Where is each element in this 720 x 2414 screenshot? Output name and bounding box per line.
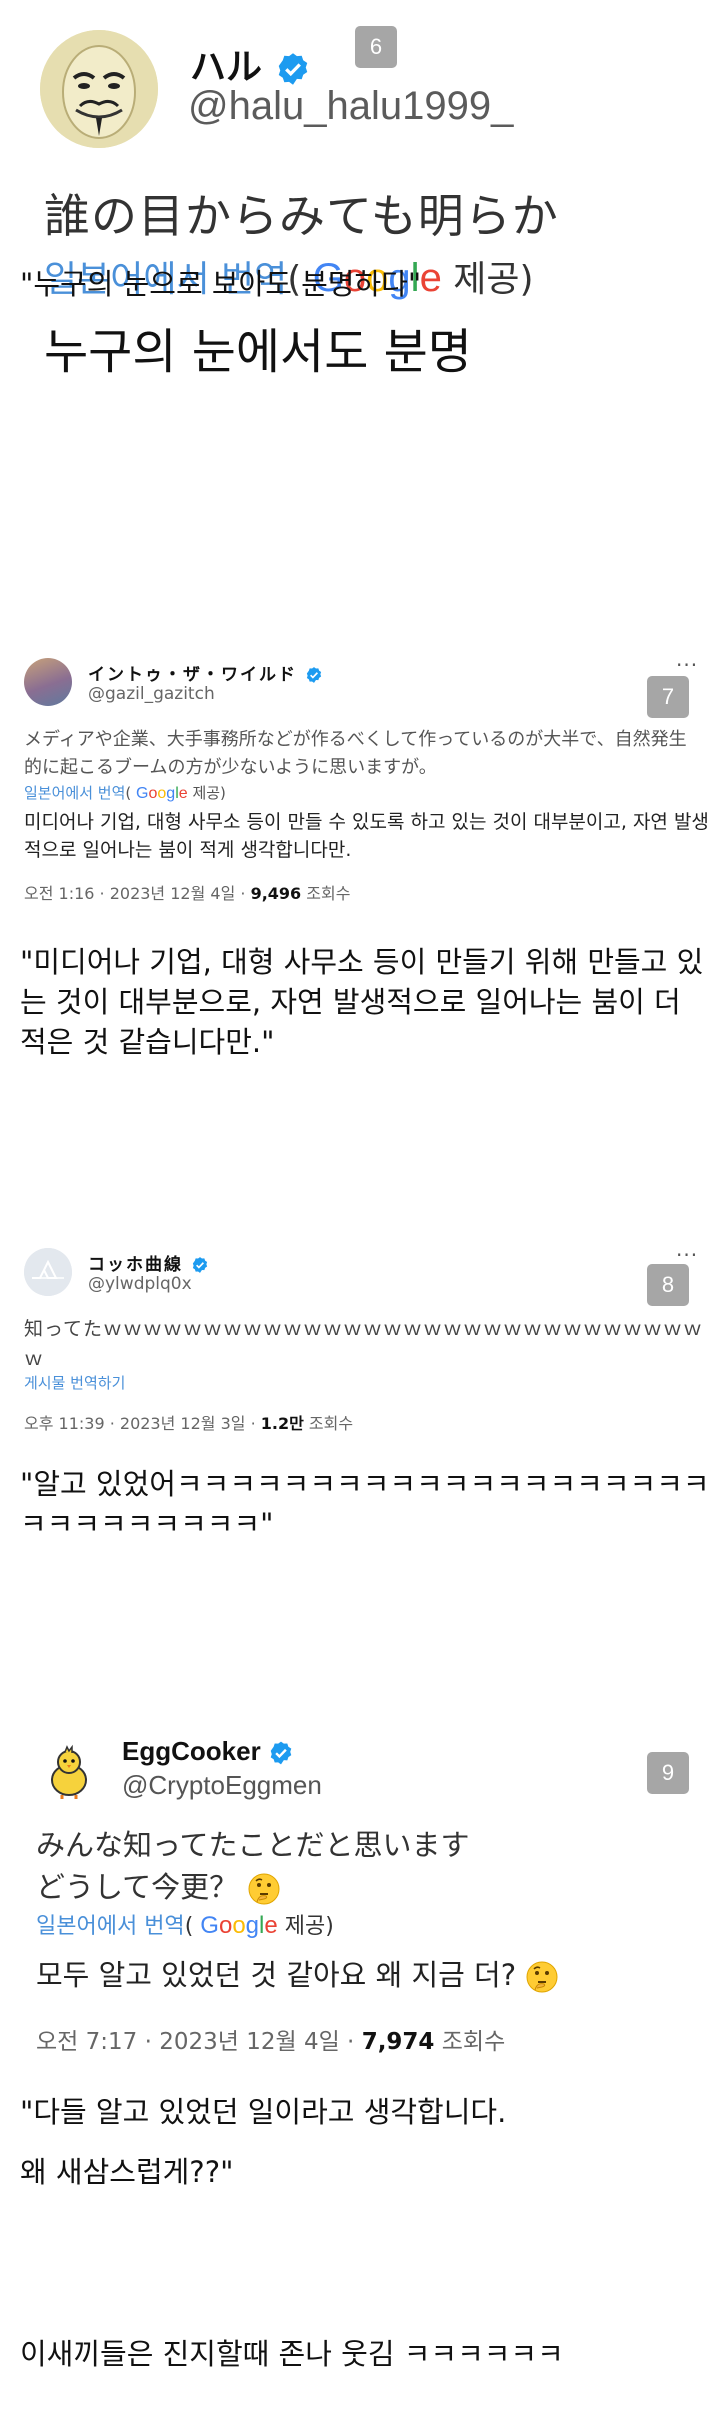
author-name[interactable]: EggCooker [122, 1736, 294, 1767]
translated-from-label[interactable]: 일본어에서 번역 [24, 784, 125, 802]
tweet-translation-text: 누구의 눈에서도 분명 [44, 324, 472, 380]
verified-badge-icon [278, 53, 307, 85]
tweet-translation-text: 미디어나 기업, 대형 사무소 등이 만들 수 있도록 하고 있는 것이 대부분… [24, 811, 709, 861]
thinking-face-icon [248, 1873, 280, 1905]
translation-attribution: 일본어에서 번역( Google 제공) [24, 784, 226, 802]
author-handle[interactable]: @halu_halu1999_ [188, 84, 513, 129]
caption-3: "알고 있었어ㅋㅋㅋㅋㅋㅋㅋㅋㅋㅋㅋㅋㅋㅋㅋㅋㅋㅋㅋㅋㅋㅋㅋㅋㅋㅋㅋㅋㅋ" [20, 1467, 710, 1541]
image-number-badge: 8 [647, 1264, 689, 1306]
google-logo: Google [136, 785, 188, 802]
tweet-meta: 오전 1:16 · 2023년 12월 4일 · 9,496 조회수 [24, 884, 351, 903]
verified-badge-icon [306, 667, 322, 683]
more-options-icon[interactable]: ··· [676, 1245, 698, 1265]
mask-icon [40, 30, 158, 148]
image-number-badge: 6 [355, 26, 397, 68]
poster-comment: 이새끼들은 진지할때 존나 웃김 ㅋㅋㅋㅋㅋㅋ [20, 2337, 564, 2371]
verified-badge-icon [192, 1257, 208, 1273]
caption-1: "누구의 눈으로 보아도 분명하다" [20, 267, 422, 301]
avatar-guy-fawkes-mask[interactable] [40, 30, 158, 148]
tweet-timestamp[interactable]: 오후 11:39 · 2023년 12월 3일 · [24, 1414, 261, 1433]
view-count: 1.2만 [260, 1414, 304, 1433]
author-name[interactable]: イントゥ・ザ・ワイルド [88, 660, 323, 685]
more-options-icon[interactable]: ··· [676, 655, 698, 675]
tweet-original-text: 知ってたｗｗｗｗｗｗｗｗｗｗｗｗｗｗｗｗｗｗｗｗｗｗｗｗｗｗｗｗｗｗｗ [24, 1318, 704, 1370]
caption-4: "다들 알고 있었던 일이라고 생각합니다. 왜 새삼스럽게??" [20, 2095, 507, 2189]
avatar[interactable] [24, 1248, 72, 1296]
avatar[interactable] [24, 658, 72, 706]
verified-badge-icon [270, 1741, 292, 1765]
koch-curve-icon [24, 1248, 72, 1296]
image-number-badge: 7 [647, 676, 689, 718]
tweet-original-text: 誰の目からみても明らか [44, 189, 559, 243]
view-count: 9,496 [250, 884, 302, 903]
translation-attribution: 일본어에서 번역( Google 제공) [36, 1912, 334, 1939]
author-handle[interactable]: @ylwdplq0x [88, 1274, 192, 1294]
tweet-translation-text: 모두 알고 있었던 것 같아요 왜 지금 더? [36, 1952, 706, 1994]
author-handle[interactable]: @CryptoEggmen [122, 1770, 322, 1801]
google-logo: Google [200, 1912, 278, 1939]
tweet-meta: 오전 7:17 · 2023년 12월 4일 · 7,974 조회수 [36, 2029, 506, 2055]
translated-from-label[interactable]: 일본어에서 번역 [36, 1914, 185, 1939]
author-handle[interactable]: @gazil_gazitch [88, 684, 215, 704]
caption-2: "미디어나 기업, 대형 사무소 등이 만들기 위해 만들고 있는 것이 대부분… [20, 945, 704, 1059]
view-count: 7,974 [361, 2029, 435, 2055]
thinking-face-icon [526, 1961, 558, 1993]
tweet-timestamp[interactable]: 오전 7:17 · 2023년 12월 4일 · [36, 2029, 362, 2055]
chick-icon [38, 1740, 100, 1802]
avatar-chick[interactable] [38, 1740, 100, 1802]
author-name[interactable]: コッホ曲線 [88, 1250, 209, 1275]
tweet-original-text: みんな知ってたことだと思います どうして今更？ [36, 1828, 470, 1905]
image-number-badge: 9 [647, 1752, 689, 1794]
author-name[interactable]: ハル [190, 38, 311, 90]
tweet-timestamp[interactable]: 오전 1:16 · 2023년 12월 4일 · [24, 884, 251, 903]
tweet-meta: 오후 11:39 · 2023년 12월 3일 · 1.2만 조회수 [24, 1414, 354, 1433]
translate-post-link[interactable]: 게시물 번역하기 [24, 1372, 125, 1393]
tweet-original-text: メディアや企業、大手事務所などが作るべくして作っているのが大半で、自然発生的に起… [24, 729, 687, 778]
